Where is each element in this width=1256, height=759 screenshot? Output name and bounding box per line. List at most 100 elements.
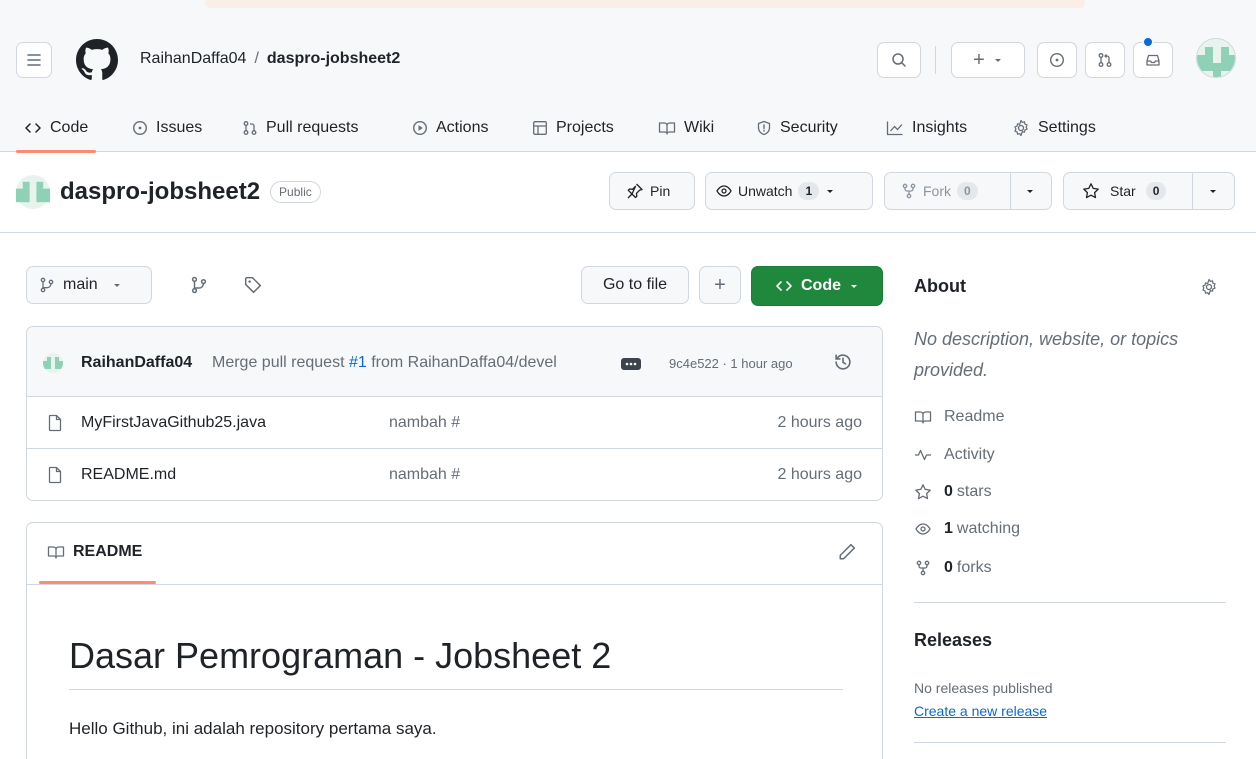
file-list: RaihanDaffa04 Merge pull request #1 from… [26, 326, 883, 501]
tab-security[interactable]: Security [756, 104, 838, 152]
search-button[interactable] [877, 42, 921, 78]
ellipsis-icon [625, 362, 637, 366]
add-file-label: + [714, 273, 726, 296]
book-icon [47, 546, 65, 559]
breadcrumb-owner[interactable]: RaihanDaffa04 [140, 50, 246, 68]
releases-title[interactable]: Releases [914, 630, 992, 651]
gear-icon[interactable] [1200, 278, 1218, 296]
branch-icon [40, 277, 54, 293]
tab-settings-label: Settings [1038, 119, 1096, 136]
commit-hash-time[interactable]: 9c4e522 · 1 hour ago [669, 356, 793, 371]
watching-label: watching [956, 520, 1021, 537]
tab-projects[interactable]: Projects [532, 104, 614, 152]
add-file-button[interactable]: + [699, 266, 741, 304]
tab-actions[interactable]: Actions [412, 104, 488, 152]
fork-button[interactable]: Fork 0 [884, 172, 1052, 210]
file-icon [48, 466, 62, 484]
readme-header: README [27, 523, 882, 585]
chevron-down-icon [1210, 190, 1216, 193]
commit-author[interactable]: RaihanDaffa04 [81, 354, 192, 372]
readme-tab[interactable]: README [38, 543, 157, 584]
repo-name[interactable]: daspro-jobsheet2 [60, 178, 260, 206]
pencil-icon[interactable] [838, 543, 856, 561]
fork-icon [902, 183, 916, 199]
hamburger-icon [27, 54, 41, 66]
readme-tab-label: README [73, 543, 143, 560]
commit-message-prefix: Merge pull request [212, 354, 345, 371]
breadcrumb-repo[interactable]: daspro-jobsheet2 [267, 50, 400, 68]
unwatch-button[interactable]: Unwatch 1 [705, 172, 873, 210]
forks-count: 0 [944, 559, 953, 576]
commit-expand-button[interactable] [621, 358, 641, 370]
repo-tabs: Code Issues Pull requests Actions Projec… [0, 104, 1256, 153]
user-avatar[interactable] [1196, 38, 1236, 78]
commit-author-avatar[interactable] [43, 353, 63, 373]
graph-icon [886, 121, 903, 136]
title-divider [0, 232, 1256, 233]
header-divider [935, 46, 936, 74]
sidebar-forks-link[interactable]: 0 forks [914, 559, 992, 577]
pull-requests-button[interactable] [1085, 42, 1125, 78]
sidebar-divider [914, 742, 1226, 743]
tab-insights[interactable]: Insights [886, 104, 967, 152]
issue-icon [1049, 52, 1065, 68]
branches-icon[interactable] [190, 276, 208, 294]
pin-button[interactable]: Pin [609, 172, 695, 210]
commit-message[interactable]: Merge pull request #1 from RaihanDaffa04… [212, 354, 557, 372]
repo-avatar-icon [16, 175, 50, 209]
fork-icon [916, 560, 930, 576]
tab-wiki[interactable]: Wiki [658, 104, 714, 152]
table-icon [533, 121, 547, 135]
chevron-down-icon [994, 59, 1001, 62]
file-row[interactable]: README.md nambah # 2 hours ago [27, 449, 882, 500]
fork-menu-button[interactable] [1010, 173, 1049, 209]
tab-pull-requests[interactable]: Pull requests [242, 104, 359, 152]
tab-actions-label: Actions [436, 119, 489, 136]
chevron-down-icon [827, 190, 834, 193]
stars-count: 0 [944, 483, 953, 500]
branch-name: main [63, 276, 98, 293]
file-name[interactable]: MyFirstJavaGithub25.java [81, 414, 266, 432]
book-icon [658, 122, 676, 135]
branch-select-button[interactable]: main [26, 266, 152, 304]
shield-icon [757, 120, 771, 136]
star-button[interactable]: Star 0 [1063, 172, 1235, 210]
history-icon[interactable] [833, 352, 853, 372]
menu-button[interactable] [16, 42, 52, 78]
sidebar-watching-link[interactable]: 1 watching [914, 520, 1020, 538]
forks-label: forks [956, 559, 992, 576]
readme-panel: README Dasar Pemrograman - Jobsheet 2 He… [26, 522, 883, 759]
tag-icon[interactable] [244, 276, 262, 294]
tab-code[interactable]: Code [15, 104, 97, 153]
tab-code-label: Code [50, 119, 89, 136]
sidebar-readme-link[interactable]: Readme [914, 408, 1004, 426]
file-commit-message[interactable]: nambah # [389, 466, 460, 484]
search-icon [892, 53, 906, 67]
code-icon [25, 123, 41, 133]
issues-button[interactable] [1037, 42, 1077, 78]
create-release-link[interactable]: Create a new release [914, 703, 1047, 719]
sidebar-activity-link[interactable]: Activity [914, 446, 995, 464]
repo-title: daspro-jobsheet2 Public [16, 175, 321, 209]
commit-pr-link[interactable]: #1 [349, 354, 367, 371]
star-icon [915, 484, 931, 500]
file-row[interactable]: MyFirstJavaGithub25.java nambah # 2 hour… [27, 397, 882, 449]
star-count: 0 [1145, 182, 1167, 200]
tab-insights-label: Insights [912, 119, 968, 136]
star-menu-button[interactable] [1192, 173, 1233, 209]
tab-issues[interactable]: Issues [132, 104, 202, 152]
file-commit-time: 2 hours ago [777, 466, 862, 483]
visibility-badge: Public [270, 181, 321, 203]
breadcrumb: RaihanDaffa04 / daspro-jobsheet2 [140, 50, 400, 68]
github-logo-icon[interactable] [76, 39, 118, 81]
code-button[interactable]: Code [751, 266, 883, 306]
latest-commit-row: RaihanDaffa04 Merge pull request #1 from… [27, 327, 882, 397]
sidebar-stars-link[interactable]: 0 stars [914, 483, 992, 501]
go-to-file-button[interactable]: Go to file [581, 266, 689, 304]
browser-top-strip [205, 0, 1085, 8]
create-new-button[interactable]: + [951, 42, 1025, 78]
file-name[interactable]: README.md [81, 466, 176, 484]
inbox-button[interactable] [1133, 42, 1173, 78]
file-commit-message[interactable]: nambah # [389, 414, 460, 432]
tab-settings[interactable]: Settings [1012, 104, 1096, 152]
